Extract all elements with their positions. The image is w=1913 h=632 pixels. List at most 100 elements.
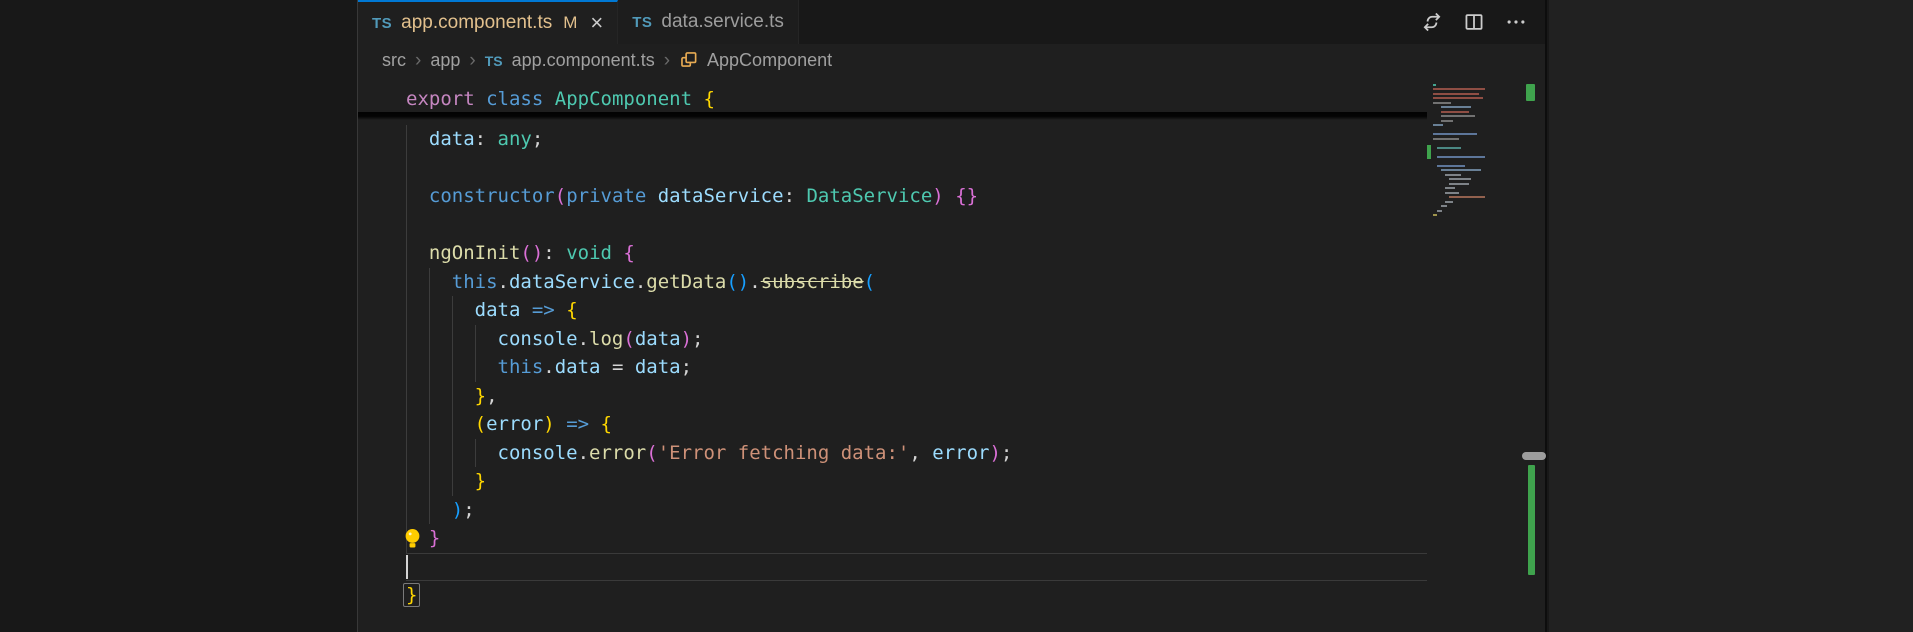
code-token: error [589,441,647,464]
code-line[interactable]: data => { [358,296,1427,325]
code-token: this [497,356,544,378]
breadcrumb: src › app › TS app.component.ts › AppCom… [358,44,1545,77]
code-token: dataService [508,270,635,293]
sticky-scroll-line[interactable]: export class AppComponent { [358,80,1427,112]
code-token: ( [646,441,658,464]
typescript-file-icon: TS [484,52,503,69]
tab-app-component-ts[interactable]: TS app.component.ts M × [358,0,619,44]
code-token: console [497,327,578,350]
code-content: data: any; constructor(private dataServi… [358,112,1427,610]
code-token: ; [531,128,544,150]
code-token: ; [680,356,693,378]
code-token: => [531,299,555,321]
code-token: AppComponent [554,88,693,110]
lightbulb-icon[interactable] [402,527,423,550]
text-cursor [406,554,408,579]
code-line-current[interactable] [358,552,1427,581]
code-token: () [726,270,750,293]
tab-data-service-ts[interactable]: TS data.service.ts [618,0,799,44]
code-line[interactable]: } [358,467,1427,496]
open-changes-icon[interactable] [1420,10,1444,34]
code-line[interactable]: data: any; [358,125,1427,154]
tab-bar: TS app.component.ts M × TS data.service.… [358,0,1545,44]
code-token: , [486,384,498,407]
git-modified-badge: M [563,13,578,32]
code-token: ) [451,498,464,521]
code-line[interactable]: console.error('Error fetching data:', er… [358,438,1427,467]
code-token: = [600,356,635,378]
typescript-file-icon: TS [632,13,653,31]
code-token: any [497,128,532,150]
code-line[interactable] [358,210,1427,239]
code-token: ; [692,327,704,350]
code-token: () [520,242,544,264]
editor-actions [1420,0,1528,44]
breadcrumb-separator: › [469,49,476,71]
breadcrumb-item-app[interactable]: app [430,50,460,71]
code-line[interactable]: constructor(private dataService: DataSer… [358,182,1427,211]
code-line[interactable]: (error) => { [358,410,1427,439]
code-token: { [703,88,715,110]
code-line[interactable] [358,153,1427,182]
code-token: DataService [806,185,933,207]
code-token: data [554,356,601,378]
code-line[interactable]: }, [358,381,1427,410]
code-line[interactable]: } [358,581,1427,610]
code-token: { [623,242,635,264]
breadcrumb-item-src[interactable]: src [382,50,406,71]
code-token: { [600,413,612,435]
typescript-file-icon: TS [372,14,393,32]
code-line[interactable]: this.data = data; [358,353,1427,382]
code-token: ngOnInit [428,242,521,264]
code-token: export [406,88,475,110]
code-token: : [783,185,807,207]
code-token: { [566,299,578,321]
breadcrumb-item-file[interactable]: app.component.ts [512,50,655,71]
empty-panel [1549,0,1913,632]
more-actions-icon[interactable] [1504,10,1528,34]
code-token: console [497,441,578,464]
code-line[interactable]: ); [358,495,1427,524]
code-token: . [497,270,509,293]
tab-label: app.component.ts [401,12,553,33]
code-token: getData [646,270,727,293]
code-token: . [634,270,647,293]
code-token: {} [955,185,979,207]
split-editor-icon[interactable] [1462,10,1486,34]
code-token: ( [623,327,635,350]
code-token: class [486,88,544,110]
code-token: : [543,242,567,264]
class-symbol-icon [679,50,698,71]
code-line[interactable]: ngOnInit(): void { [358,239,1427,268]
code-token: } [428,527,441,549]
code-token: void [566,242,612,264]
code-token: ; [463,498,475,521]
code-token: . [577,327,590,350]
breadcrumb-item-symbol[interactable]: AppComponent [707,50,832,71]
bracket-match: } [406,584,418,606]
code-token: ) [932,185,944,207]
code-line[interactable]: console.log(data); [358,324,1427,353]
current-line-highlight [406,552,1427,581]
code-token: ) [543,413,555,435]
code-token: subscribe [760,270,864,293]
code-line[interactable]: } [358,524,1427,553]
code-line[interactable]: this.dataService.getData().subscribe( [358,267,1427,296]
code-token: ( [554,185,567,207]
close-tab-icon[interactable]: × [590,12,603,34]
breadcrumb-separator: › [663,49,671,71]
